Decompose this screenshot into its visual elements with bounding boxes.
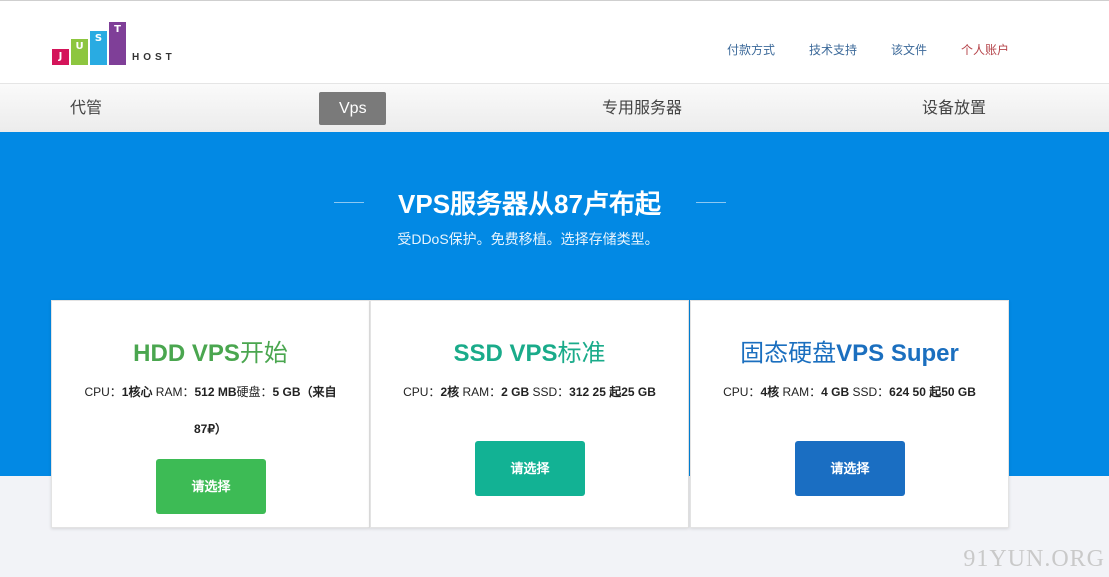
plan-title-suffix: 开始: [239, 340, 288, 367]
plan-title-bold: SSD VPS: [453, 340, 558, 367]
spec-value: 2 GB: [501, 385, 530, 399]
select-ssd-button[interactable]: 请选择: [475, 441, 585, 496]
plan-title-bold: VPS Super: [836, 340, 959, 367]
nav-item-hosting[interactable]: 代管: [70, 92, 102, 125]
spec-label: 硬盘：: [236, 385, 273, 399]
top-links: 付款方式 技术支持 该文件 个人账户: [0, 41, 1109, 57]
site-header: J U S T HOST 付款方式 技术支持 该文件 个人账户: [0, 0, 1109, 83]
select-hdd-button[interactable]: 请选择: [156, 459, 266, 514]
plan-title: 固态硬盘VPS Super: [691, 333, 1008, 368]
spec-value: 512 MB: [194, 385, 237, 399]
plan-cards: HDD VPS开始 CPU：1核心 RAM：512 MB硬盘：5 GB（来自87…: [51, 300, 1009, 528]
nav-item-vps[interactable]: Vps: [319, 92, 386, 125]
docs-link[interactable]: 该文件: [891, 41, 927, 58]
nav-item-colocation[interactable]: 设备放置: [922, 92, 986, 125]
spec-value: 1核心: [121, 385, 153, 399]
spec-value: 624 50 起50 GB: [889, 385, 976, 399]
plan-title: HDD VPS开始: [52, 333, 369, 368]
spec-label: SSD：: [529, 385, 570, 399]
plan-specs: CPU：4核 RAM：4 GB SSD：624 50 起50 GB: [719, 374, 980, 411]
plan-card-ssd: SSD VPS标准 CPU：2核 RAM：2 GB SSD：312 25 起25…: [370, 300, 689, 528]
select-ssd-super-button[interactable]: 请选择: [795, 441, 905, 496]
hero-divider-right: [696, 202, 726, 203]
spec-label: SSD：: [849, 385, 890, 399]
account-link[interactable]: 个人账户: [961, 41, 1009, 58]
spec-label: CPU：: [403, 385, 441, 399]
plan-specs: CPU：1核心 RAM：512 MB硬盘：5 GB（来自87₽）: [80, 374, 341, 448]
plan-title-prefix: 固态硬盘: [740, 340, 837, 367]
spec-label: RAM：: [152, 385, 195, 399]
hero-subtitle: 受DDoS保护。免费移植。选择存储类型。: [397, 231, 659, 247]
main-nav: 代管 Vps 专用服务器 设备放置: [0, 83, 1109, 132]
plan-card-ssd-super: 固态硬盘VPS Super CPU：4核 RAM：4 GB SSD：624 50…: [690, 300, 1009, 528]
spec-value: 4核: [760, 385, 780, 399]
nav-item-dedicated[interactable]: 专用服务器: [602, 92, 682, 125]
plan-title: SSD VPS标准: [371, 333, 688, 368]
plan-specs: CPU：2核 RAM：2 GB SSD：312 25 起25 GB: [399, 374, 660, 411]
spec-label: CPU：: [84, 385, 122, 399]
plan-card-hdd: HDD VPS开始 CPU：1核心 RAM：512 MB硬盘：5 GB（来自87…: [51, 300, 370, 528]
plan-title-bold: HDD VPS: [133, 340, 240, 367]
spec-value: 312 25 起25 GB: [569, 385, 656, 399]
payment-link[interactable]: 付款方式: [727, 41, 775, 58]
plan-title-suffix: 标准: [557, 340, 606, 367]
support-link[interactable]: 技术支持: [809, 41, 857, 58]
watermark: 91YUN.ORG: [963, 546, 1105, 572]
spec-label: RAM：: [779, 385, 822, 399]
spec-label: RAM：: [459, 385, 502, 399]
spec-label: CPU：: [723, 385, 761, 399]
spec-value: 4 GB: [821, 385, 850, 399]
spec-value: 2核: [440, 385, 460, 399]
hero-title: VPS服务器从87卢布起: [398, 189, 661, 219]
